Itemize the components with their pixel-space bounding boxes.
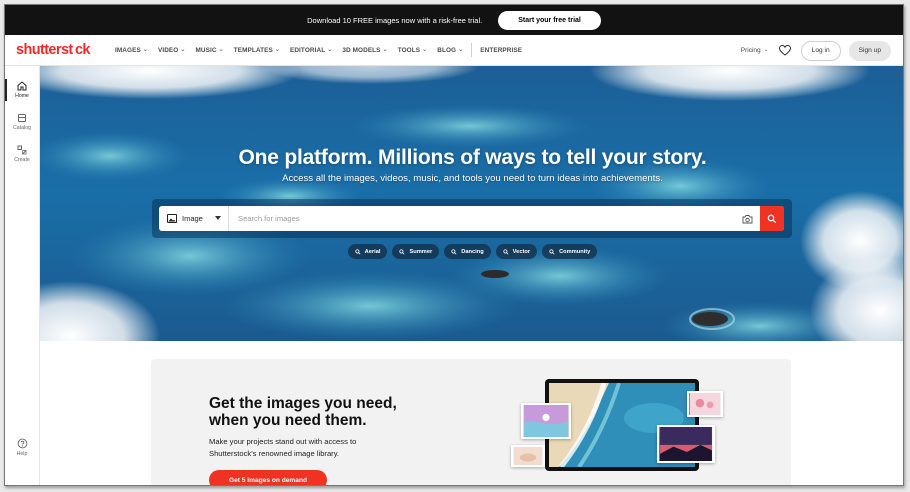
search-icon [451,248,457,255]
hero-subtitle: Access all the images, videos, music, an… [282,173,663,184]
chevron-down-icon: ⌄ [458,46,464,53]
hero-section: One platform. Millions of ways to tell y… [40,66,903,341]
create-icon [17,145,27,155]
shutterstock-logo[interactable]: shutterst ck [16,42,102,58]
search-icon [355,248,361,255]
start-trial-button[interactable]: Start your free trial [498,10,601,30]
search-bar: Image [159,206,784,231]
sidebar-item-create[interactable]: Create [5,145,39,163]
hero-title: One platform. Millions of ways to tell y… [238,146,707,169]
sidebar-item-home[interactable]: Home [5,81,39,99]
browser-window: Download 10 FREE images now with a risk-… [4,4,904,486]
chip-community[interactable]: Community [542,244,598,259]
chevron-down-icon: ⌄ [382,46,388,53]
search-icon [767,214,777,223]
nav-editorial[interactable]: EDITORIAL ⌄ [285,47,337,54]
search-icon [549,248,555,255]
site-header: shutterst ck IMAGES ⌄ VIDEO ⌄ MUSIC ⌄ TEMPL… [5,35,903,66]
search-icon [399,248,405,255]
promo-bar: Download 10 FREE images now with a risk-… [5,5,903,35]
chip-summer[interactable]: Summer [392,244,440,259]
search-button[interactable] [760,206,784,231]
media-type-dropdown[interactable]: Image [159,206,229,231]
camera-search-icon[interactable] [734,206,760,231]
thumbnail-bowl-image [511,445,545,467]
card-body: Make your projects stand out with access… [209,437,357,458]
get-images-button[interactable]: Get 5 images on demand [209,470,327,485]
nav-images[interactable]: IMAGES ⌄ [110,47,153,54]
main-nav: IMAGES ⌄ VIDEO ⌄ MUSIC ⌄ TEMPLATES ⌄ EDITORI… [110,43,527,57]
nav-templates[interactable]: TEMPLATES ⌄ [229,47,285,54]
signup-button[interactable]: Sign up [848,40,891,61]
catalog-icon [18,114,26,122]
left-sidebar: Home Catalog Create Help [5,66,40,485]
image-library-promo-card: Get the images you need, when you need th… [151,359,791,485]
nav-3d-models[interactable]: 3D MODELS ⌄ [337,47,392,54]
chevron-down-icon: ⌄ [274,46,280,53]
sidebar-item-catalog[interactable]: Catalog [5,113,39,131]
image-icon [167,214,177,223]
chevron-down-icon: ⌄ [218,46,224,53]
nav-divider [471,43,473,57]
search-icon [503,248,509,255]
caret-down-icon [215,216,221,220]
chevron-down-icon: ⌄ [142,46,148,53]
search-input[interactable] [229,214,734,223]
favorites-heart-icon[interactable] [777,43,793,59]
nav-video[interactable]: VIDEO ⌄ [153,47,191,54]
login-button[interactable]: Log in [800,40,841,61]
promo-text: Download 10 FREE images now with a risk-… [307,15,483,25]
chip-vector[interactable]: Vector [495,244,538,259]
sidebar-item-help[interactable]: Help [5,438,39,457]
home-icon [17,81,27,91]
thumbnail-flowers-image [687,391,723,417]
help-icon [17,438,27,449]
chevron-down-icon: ⌄ [763,47,769,53]
chip-aerial[interactable]: Aerial [347,244,388,259]
chevron-down-icon: ⌄ [180,46,186,53]
pricing-menu[interactable]: Pricing ⌄ [741,47,769,54]
chevron-down-icon: ⌄ [327,46,333,53]
suggestion-chips: Aerial Summer Dancing Vector Community [40,244,903,259]
thumbnail-sunset-image [657,425,715,463]
header-actions: Pricing ⌄ Log in Sign up [741,35,891,66]
chevron-down-icon: ⌄ [422,46,428,53]
nav-tools[interactable]: TOOLS ⌄ [393,47,433,54]
card-title: Get the images you need, when you need th… [209,395,397,429]
chip-dancing[interactable]: Dancing [444,244,491,259]
nav-enterprise[interactable]: ENTERPRISE [475,47,527,54]
thumbnail-dancer-image [521,403,571,439]
search-container: Image [152,199,792,238]
nav-blog[interactable]: BLOG ⌄ [432,47,468,54]
nav-music[interactable]: MUSIC ⌄ [190,47,228,54]
